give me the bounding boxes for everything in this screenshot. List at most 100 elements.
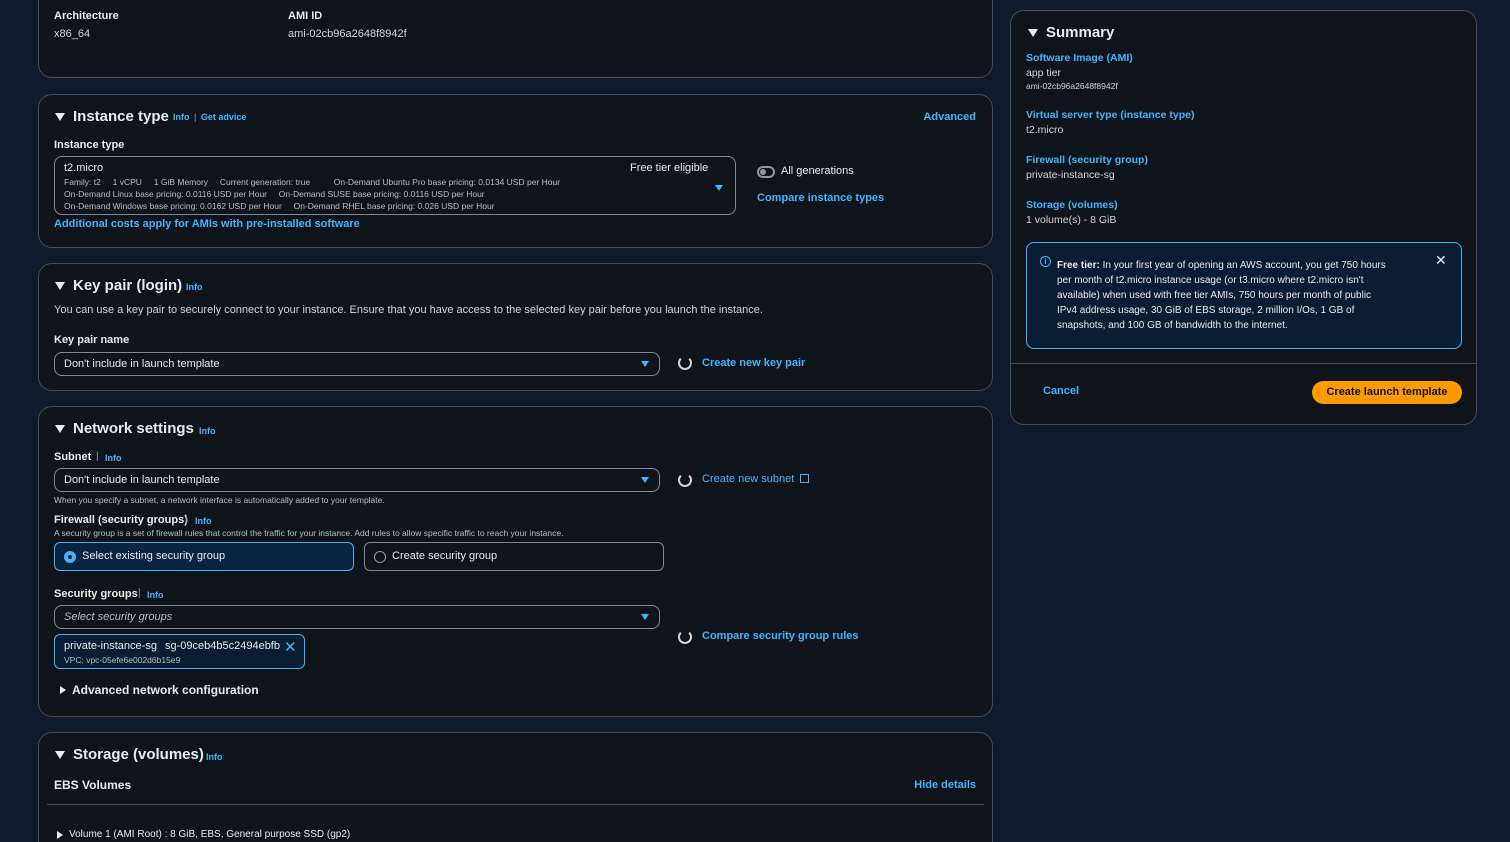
free-tier-eligible-text: Free tier eligible [630, 162, 709, 174]
dropdown-caret-icon [715, 185, 723, 191]
refresh-icon[interactable] [678, 356, 692, 370]
dropdown-caret-icon [641, 614, 649, 620]
subnet-select[interactable]: Don't include in launch template [54, 468, 660, 492]
dropdown-caret-icon [641, 477, 649, 483]
summary-instance-type-value: t2.micro [1026, 124, 1064, 136]
summary-panel: Summary Software Image (AMI) app tier am… [1010, 10, 1477, 425]
subnet-info-link[interactable]: Info [105, 453, 122, 463]
radio-unchecked-icon [374, 551, 386, 563]
key-pair-title: Key pair (login) [73, 277, 183, 294]
create-new-subnet-label: Create new subnet [702, 473, 795, 485]
external-link-icon [800, 474, 810, 483]
firewall-hint: A security group is a set of firewall ru… [54, 528, 564, 538]
security-groups-select[interactable]: Select security groups [54, 605, 660, 629]
summary-instance-type-link[interactable]: Virtual server type (instance type) [1026, 109, 1194, 121]
firewall-info-link[interactable]: Info [195, 516, 212, 526]
summary-title: Summary [1046, 24, 1115, 41]
close-icon[interactable]: ✕ [1435, 252, 1447, 269]
subnet-hint: When you specify a subnet, a network int… [54, 495, 385, 505]
free-tier-line1: In your first year of opening an AWS acc… [1099, 260, 1386, 271]
key-pair-name-label: Key pair name [54, 334, 130, 346]
summary-ami-id: ami-02cb96a2648f8942f [1026, 81, 1118, 91]
volume-1-toggle[interactable]: Volume 1 (AMI Root) : 8 GiB, EBS, Genera… [69, 829, 350, 840]
network-settings-panel: Network settings Info Subnet | Info Don'… [38, 406, 993, 717]
storage-info-link[interactable]: Info [206, 752, 223, 762]
security-group-token: private-instance-sg sg-09ceb4b5c2494ebfb… [54, 634, 305, 669]
security-groups-label: Security groups [54, 588, 138, 600]
expand-caret-icon[interactable] [60, 686, 66, 694]
info-circle-icon: i [1040, 256, 1051, 267]
instance-type-panel: Instance type Info | Get advice Advanced… [38, 94, 993, 248]
all-generations-toggle[interactable] [757, 166, 775, 178]
free-tier-line3: available) when used with free tier AMIs… [1057, 290, 1372, 301]
token-sg-id: sg-09ceb4b5c2494ebfb [165, 640, 280, 652]
divider [1011, 363, 1476, 364]
subnet-selected: Don't include in launch template [64, 474, 220, 486]
key-pair-selected: Don't include in launch template [64, 358, 220, 370]
instance-type-title: Instance type [73, 108, 169, 125]
remove-token-icon[interactable]: ✕ [284, 638, 297, 656]
key-pair-panel: Key pair (login) Info You can use a key … [38, 263, 993, 391]
collapse-caret-icon[interactable] [55, 425, 65, 433]
free-tier-alert: i Free tier: In your first year of openi… [1026, 242, 1462, 349]
storage-title: Storage (volumes) [73, 746, 204, 763]
dropdown-caret-icon [641, 361, 649, 367]
key-pair-info-link[interactable]: Info [186, 282, 203, 292]
instance-type-selected: t2.micro [64, 162, 104, 174]
create-sg-label: Create security group [392, 550, 498, 562]
collapse-caret-icon[interactable] [55, 113, 65, 121]
storage-panel: Storage (volumes) Info EBS Volumes Hide … [38, 732, 993, 842]
compare-sg-rules-link[interactable]: Compare security group rules [702, 630, 859, 642]
free-tier-bold: Free tier: [1057, 260, 1100, 271]
free-tier-line4: IPv4 address usage, 30 GiB of EBS storag… [1057, 305, 1355, 316]
create-launch-template-button[interactable]: Create launch template [1312, 381, 1462, 404]
security-groups-info-link[interactable]: Info [147, 590, 164, 600]
advanced-link[interactable]: Advanced [923, 111, 976, 123]
collapse-caret-icon[interactable] [55, 282, 65, 290]
ami-id-label: AMI ID [288, 10, 323, 22]
network-info-link[interactable]: Info [199, 426, 216, 436]
summary-ami-link[interactable]: Software Image (AMI) [1026, 52, 1133, 64]
compare-instance-types-link[interactable]: Compare instance types [757, 192, 884, 204]
create-new-key-pair-link[interactable]: Create new key pair [702, 357, 805, 369]
instance-type-details-line3: On-Demand Windows base pricing: 0.0162 U… [64, 201, 495, 211]
ami-id-value: ami-02cb96a2648f8942f [288, 28, 407, 40]
architecture-value: x86_64 [54, 28, 91, 40]
key-pair-select[interactable]: Don't include in launch template [54, 352, 660, 376]
collapse-caret-icon[interactable] [1028, 29, 1038, 37]
token-sg-name: private-instance-sg [64, 640, 157, 652]
get-advice-link[interactable]: Get advice [201, 112, 247, 122]
free-tier-line5: snapshots, and 100 GB of bandwidth to th… [1057, 320, 1288, 331]
instance-type-details-line1: Family: t2 1 vCPU 1 GiB Memory Current g… [64, 177, 561, 187]
radio-checked-icon [64, 551, 76, 563]
create-sg-option[interactable]: Create security group [364, 542, 664, 571]
summary-firewall-link[interactable]: Firewall (security group) [1026, 154, 1148, 166]
key-pair-description: You can use a key pair to securely conne… [54, 304, 763, 316]
divider [47, 804, 984, 805]
ebs-volumes-label: EBS Volumes [54, 778, 132, 792]
create-new-subnet-link[interactable]: Create new subnet [702, 473, 810, 485]
collapse-caret-icon[interactable] [55, 751, 65, 759]
summary-storage-value: 1 volume(s) - 8 GiB [1026, 214, 1117, 226]
select-existing-sg-option[interactable]: Select existing security group [54, 542, 354, 571]
refresh-icon[interactable] [678, 473, 692, 487]
cancel-button[interactable]: Cancel [1043, 385, 1079, 397]
instance-type-info-link[interactable]: Info [173, 112, 190, 122]
summary-storage-link[interactable]: Storage (volumes) [1026, 199, 1118, 211]
summary-ami-value: app tier [1026, 67, 1062, 79]
hide-details-link[interactable]: Hide details [914, 779, 976, 791]
subnet-label: Subnet [54, 451, 92, 463]
all-generations-label: All generations [781, 165, 854, 177]
instance-type-details-line2: On-Demand Linux base pricing: 0.0116 USD… [64, 189, 485, 199]
token-vpc: VPC: vpc-05efe6e002d6b15e9 [64, 655, 181, 665]
advanced-network-config-toggle[interactable]: Advanced network configuration [72, 683, 259, 697]
additional-costs-link[interactable]: Additional costs apply for AMIs with pre… [54, 218, 360, 230]
summary-firewall-value: private-instance-sg [1026, 169, 1115, 181]
expand-caret-icon[interactable] [57, 831, 63, 839]
select-existing-sg-label: Select existing security group [82, 550, 226, 562]
firewall-label: Firewall (security groups) [54, 514, 188, 526]
network-settings-title: Network settings [73, 420, 194, 437]
refresh-icon[interactable] [678, 630, 692, 644]
instance-type-select[interactable]: t2.micro Free tier eligible Family: t2 1… [54, 156, 736, 215]
architecture-label: Architecture [54, 10, 119, 22]
